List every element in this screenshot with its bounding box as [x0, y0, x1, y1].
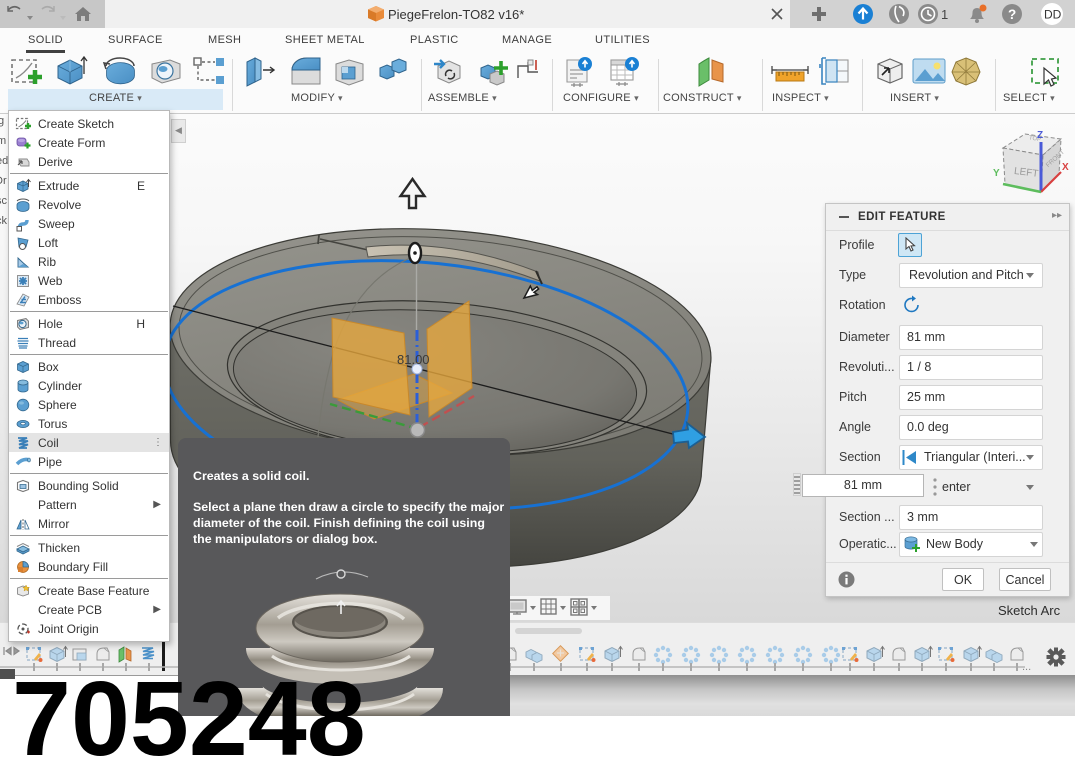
svg-text:?: ? [1008, 7, 1016, 22]
svg-text:X: X [1062, 162, 1069, 173]
svg-text:81.00: 81.00 [397, 352, 430, 367]
svg-text:DD: DD [1044, 8, 1062, 22]
svg-text:1: 1 [941, 7, 948, 22]
svg-text:...: ... [1022, 661, 1031, 673]
svg-text:Y: Y [993, 168, 1000, 179]
svg-text:Z: Z [1037, 130, 1043, 141]
